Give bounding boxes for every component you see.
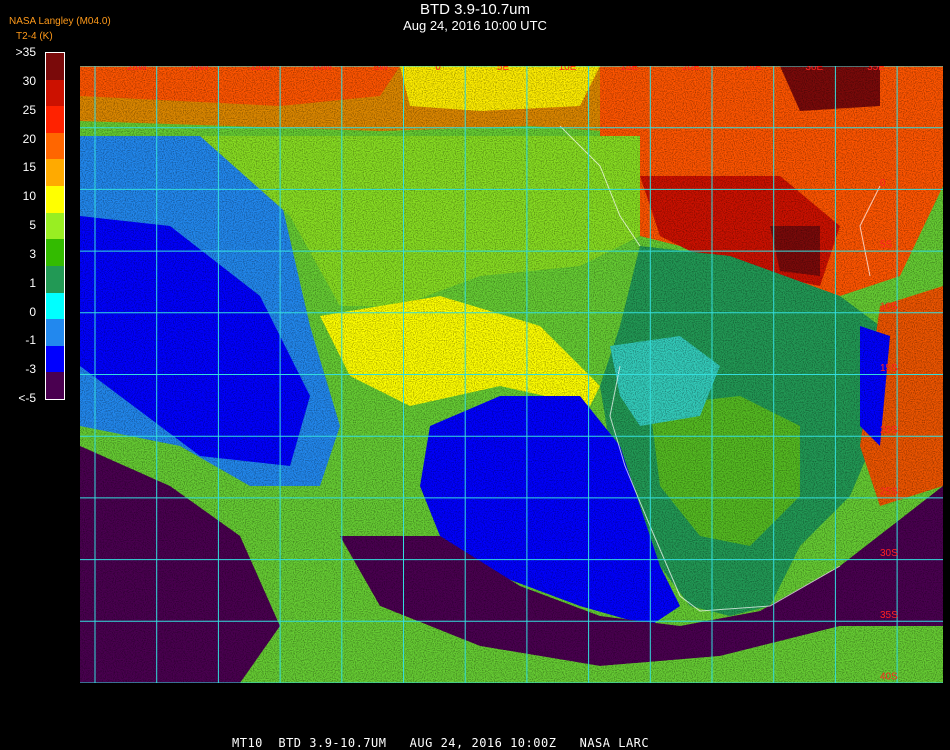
legend-swatch (46, 186, 64, 214)
lat-label: 35S (880, 610, 898, 621)
legend-swatch (46, 212, 64, 240)
lat-label: 15S (880, 363, 898, 374)
lon-label: 5W (374, 66, 390, 73)
legend-label: 20 (22, 131, 36, 146)
lon-label: 10W (312, 66, 333, 73)
map-image: 0 5S 10S 15S 20S 25S 30S 35S 40S 25W 20W 15W 10W 5W 0… (80, 66, 943, 683)
legend-label: 25 (22, 102, 36, 117)
legend-label: -1 (25, 333, 36, 348)
legend-label: 1 (29, 275, 36, 290)
legend-swatch (46, 319, 64, 347)
footer-caption: MT10 BTD 3.9-10.7UM AUG 24, 2016 10:00Z … (232, 736, 650, 750)
lat-label: 10S (880, 301, 898, 312)
legend-label: <-5 (18, 391, 36, 405)
lon-label: 0 (435, 66, 441, 73)
legend-label: 5 (29, 218, 36, 232)
legend-label: 30 (22, 73, 36, 88)
lon-label: 25W (127, 66, 148, 73)
legend-swatch (46, 239, 64, 267)
lon-label: 20E (682, 66, 700, 73)
legend-swatch (46, 79, 64, 107)
units-label: T2-4 (K) (16, 31, 53, 42)
lon-label: 5E (497, 66, 510, 73)
lon-label: 20W (188, 66, 209, 73)
lat-label: 5S (880, 240, 893, 251)
title: BTD 3.9-10.7um (419, 1, 531, 18)
lon-label: 10E (559, 66, 577, 73)
legend-swatch (46, 292, 64, 320)
legend-label: 10 (22, 189, 36, 204)
legend-swatch (46, 372, 64, 400)
lat-label: 0 (880, 178, 886, 189)
lat-label: 40S (880, 672, 898, 683)
credit-label: NASA Langley (M04.0) (9, 16, 111, 27)
subtitle: Aug 24, 2016 10:00 UTC (403, 18, 547, 33)
lon-label: 15W (250, 66, 271, 73)
legend-swatch (46, 132, 64, 160)
lat-label: 25S (880, 487, 898, 498)
legend-swatch (46, 345, 64, 373)
lon-label: 15E (620, 66, 638, 73)
legend-label: 0 (29, 304, 36, 319)
lat-label: 30S (880, 548, 898, 559)
legend-label: 15 (22, 160, 36, 175)
color-legend (45, 52, 65, 400)
legend-label: 3 (29, 246, 36, 261)
legend-label: >35 (15, 45, 36, 59)
legend-swatch (46, 53, 64, 81)
lon-label: 25E (744, 66, 762, 73)
legend-swatch (46, 159, 64, 187)
lat-label: 20S (880, 425, 898, 436)
lon-label: 30E (805, 66, 823, 73)
satellite-map: 0 5S 10S 15S 20S 25S 30S 35S 40S 25W 20W 15W 10W 5W 0… (80, 66, 943, 683)
legend-label: -3 (25, 362, 36, 377)
lon-label: 35E (867, 66, 885, 73)
legend-swatch (46, 265, 64, 294)
legend-swatch (46, 106, 64, 134)
